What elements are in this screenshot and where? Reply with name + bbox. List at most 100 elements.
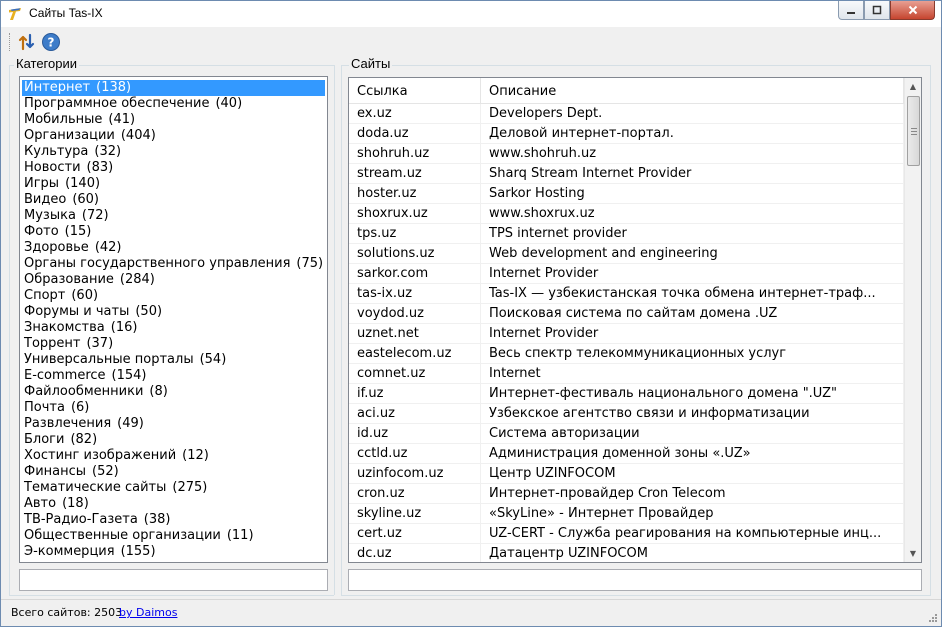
site-description-cell: «SkyLine» - Интернет Провайдер — [481, 504, 904, 524]
category-item[interactable]: Авто (18) — [20, 496, 327, 512]
category-count: (38) — [143, 512, 171, 527]
category-item[interactable]: Форумы и чаты (50) — [20, 304, 327, 320]
author-link[interactable]: by Daimos — [119, 602, 177, 624]
site-description-cell: Tas-IX — узбекистанская точка обмена инт… — [481, 284, 904, 304]
category-name: Универсальные порталы — [24, 352, 194, 367]
table-row[interactable]: id.uz Система авторизации — [349, 424, 904, 444]
category-count: (52) — [92, 464, 119, 479]
table-row[interactable]: shohruh.uz www.shohruh.uz — [349, 144, 904, 164]
table-row[interactable]: solutions.uz Web development and engineer… — [349, 244, 904, 264]
site-link-cell: if.uz — [349, 384, 481, 404]
category-count: (8) — [149, 384, 168, 399]
table-row[interactable]: if.uz Интернет-фестиваль национального до… — [349, 384, 904, 404]
category-item[interactable]: E-commerce (154) — [20, 368, 327, 384]
category-item[interactable]: Развлечения (49) — [20, 416, 327, 432]
scrollbar-thumb[interactable] — [907, 96, 920, 166]
category-item[interactable]: Интернет (138) — [22, 80, 325, 96]
table-row[interactable]: eastelecom.uz Весь спектр телекоммуникаци… — [349, 344, 904, 364]
site-link-cell: stream.uz — [349, 164, 481, 184]
site-link-cell: dc.uz — [349, 544, 481, 562]
category-item[interactable]: Файлообменники (8) — [20, 384, 327, 400]
table-row[interactable]: skyline.uz «SkyLine» - Интернет Провайдер — [349, 504, 904, 524]
category-item[interactable]: Почта (6) — [20, 400, 327, 416]
sites-table-header: Ссылка Описание — [349, 78, 904, 104]
minimize-button[interactable] — [838, 1, 864, 20]
category-item[interactable]: Тематические сайты (275) — [20, 480, 327, 496]
category-count: (72) — [81, 208, 109, 223]
categories-group-border-bottom — [9, 595, 334, 596]
table-row[interactable]: ex.uz Developers Dept. — [349, 104, 904, 124]
sites-filter-input[interactable] — [348, 569, 922, 591]
categories-list[interactable]: Интернет (138) Программное обеспечение (40)… — [19, 76, 328, 563]
category-name: Спорт — [24, 288, 66, 303]
category-item[interactable]: Блоги (82) — [20, 432, 327, 448]
table-row[interactable]: cctld.uz Администрация доменной зоны «.UZ… — [349, 444, 904, 464]
category-item[interactable]: Органы государственного управления (75) — [20, 256, 327, 272]
table-row[interactable]: doda.uz Деловой интернет-портал. — [349, 124, 904, 144]
category-item[interactable]: Музыка (72) — [20, 208, 327, 224]
category-item[interactable]: Универсальные порталы (54) — [20, 352, 327, 368]
status-bar: Всего сайтов: 2503 by Daimos — [1, 599, 941, 626]
table-row[interactable]: tas-ix.uz Tas-IX — узбекистанская точка о… — [349, 284, 904, 304]
categories-group-border-left — [9, 65, 10, 595]
category-name: Игры — [24, 176, 60, 191]
table-row[interactable]: uznet.net Internet Provider — [349, 324, 904, 344]
table-row[interactable]: sarkor.com Internet Provider — [349, 264, 904, 284]
table-row[interactable]: dc.uz Датацентр UZINFOCOM — [349, 544, 904, 562]
category-item[interactable]: Организации (404) — [20, 128, 327, 144]
category-item[interactable]: Образование (284) — [20, 272, 327, 288]
table-row[interactable]: stream.uz Sharq Stream Internet Provider — [349, 164, 904, 184]
scroll-down-arrow-icon[interactable]: ▼ — [905, 545, 921, 562]
site-link-cell: cron.uz — [349, 484, 481, 504]
category-item[interactable]: Здоровье (42) — [20, 240, 327, 256]
category-item[interactable]: Финансы (52) — [20, 464, 327, 480]
resize-grip-icon[interactable] — [927, 612, 937, 622]
category-item[interactable]: Мобильные (41) — [20, 112, 327, 128]
table-row[interactable]: shoxrux.uz www.shoxrux.uz — [349, 204, 904, 224]
sites-table-body: ex.uz Developers Dept. doda.uz Деловой инте… — [349, 104, 904, 562]
close-button[interactable] — [890, 1, 935, 20]
category-item[interactable]: Спорт (60) — [20, 288, 327, 304]
sort-arrows-icon[interactable] — [17, 32, 37, 52]
category-name: Программное обеспечение — [24, 96, 210, 111]
category-item[interactable]: Торрент (37) — [20, 336, 327, 352]
category-count: (32) — [94, 144, 122, 159]
table-row[interactable]: aci.uz Узбекское агентство связи и информ… — [349, 404, 904, 424]
category-item[interactable]: Новости (83) — [20, 160, 327, 176]
category-item[interactable]: Знакомства (16) — [20, 320, 327, 336]
scroll-up-arrow-icon[interactable]: ▲ — [905, 78, 921, 95]
table-row[interactable]: voydod.uz Поисковая система по сайтам дом… — [349, 304, 904, 324]
site-link-cell: skyline.uz — [349, 504, 481, 524]
category-item[interactable]: Хостинг изображений (12) — [20, 448, 327, 464]
table-row[interactable]: cron.uz Интернет-провайдер Cron Telecom — [349, 484, 904, 504]
table-row[interactable]: tps.uz TPS internet provider — [349, 224, 904, 244]
site-link-cell: sarkor.com — [349, 264, 481, 284]
site-link-cell: eastelecom.uz — [349, 344, 481, 364]
maximize-button[interactable] — [864, 1, 890, 20]
sites-group-border-right — [930, 65, 931, 595]
category-item[interactable]: Фото (15) — [20, 224, 327, 240]
table-row[interactable]: comnet.uz Internet — [349, 364, 904, 384]
category-name: Мобильные — [24, 112, 103, 127]
sites-scrollbar[interactable]: ▲ ▼ — [904, 78, 921, 562]
title-bar[interactable]: Сайты Tas-IX — [1, 1, 941, 27]
category-name: Почта — [24, 400, 65, 415]
category-item[interactable]: ТВ-Радио-Газета (38) — [20, 512, 327, 528]
category-item[interactable]: Культура (32) — [20, 144, 327, 160]
category-item[interactable]: Видео (60) — [20, 192, 327, 208]
category-item[interactable]: Программное обеспечение (40) — [20, 96, 327, 112]
table-row[interactable]: hoster.uz Sarkor Hosting — [349, 184, 904, 204]
main-window: Сайты Tas-IX ? Категории Интернет (138) … — [0, 0, 942, 627]
category-count: (6) — [70, 400, 90, 415]
table-row[interactable]: uzinfocom.uz Центр UZINFOCOM — [349, 464, 904, 484]
help-question-icon[interactable]: ? — [41, 32, 61, 52]
category-item[interactable]: Э-коммерция (155) — [20, 544, 327, 560]
column-header-description[interactable]: Описание — [481, 78, 904, 104]
table-row[interactable]: cert.uz UZ-CERT - Служба реагирования на … — [349, 524, 904, 544]
column-header-link[interactable]: Ссылка — [349, 78, 481, 104]
category-name: Файлообменники — [24, 384, 144, 399]
categories-filter-input[interactable] — [19, 569, 328, 591]
category-item[interactable]: Общественные организации (11) — [20, 528, 327, 544]
category-item[interactable]: Игры (140) — [20, 176, 327, 192]
sites-table[interactable]: Ссылка Описание ex.uz Developers Dept. dod… — [348, 77, 922, 563]
